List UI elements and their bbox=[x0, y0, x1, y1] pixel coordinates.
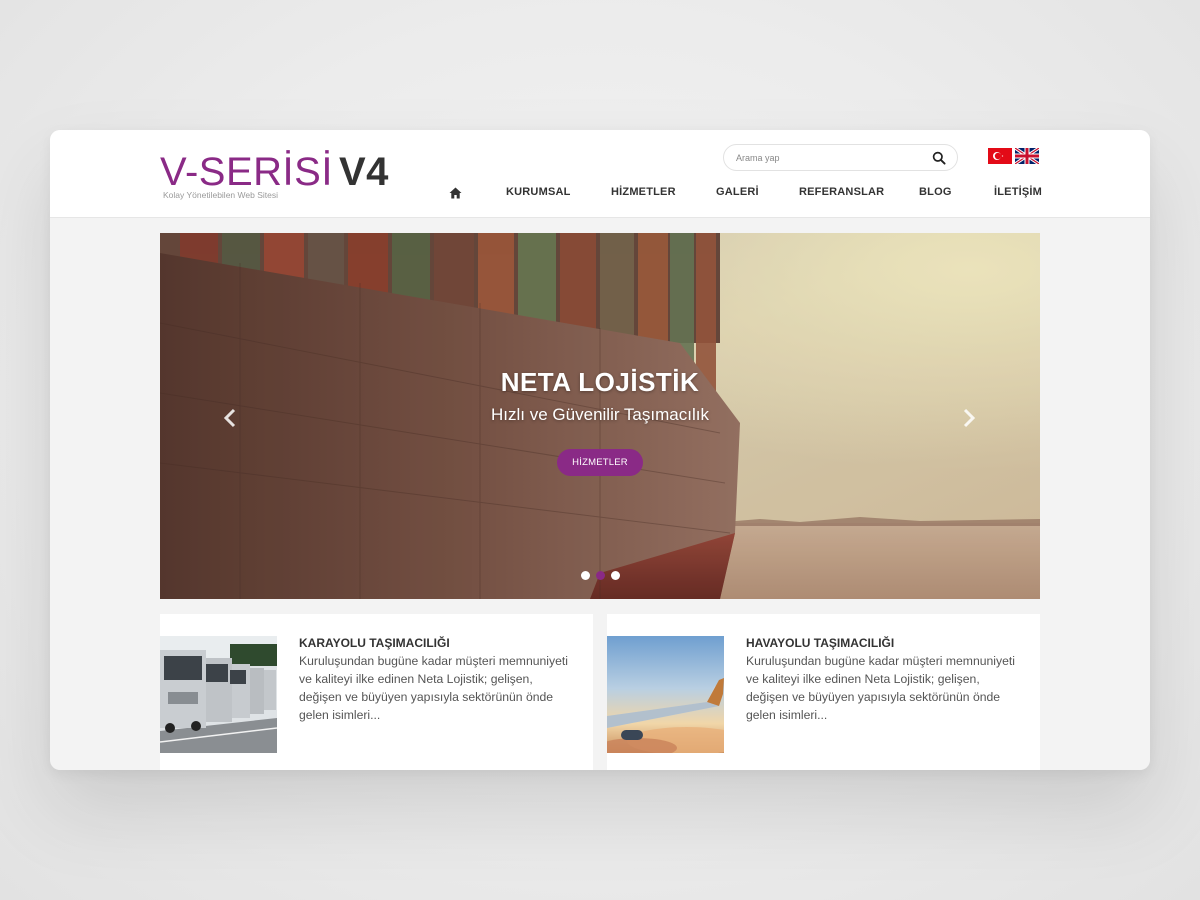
card-text: Kuruluşundan bugüne kadar müşteri memnun… bbox=[746, 654, 1015, 722]
nav-item-galeri[interactable]: GALERİ bbox=[716, 186, 759, 198]
slider-prev-arrow-icon[interactable] bbox=[223, 408, 237, 428]
language-switcher bbox=[988, 148, 1039, 166]
nav-item-hizmetler[interactable]: HİZMETLER bbox=[611, 186, 676, 198]
site-header: V-SERİSİ V4 Kolay Yönetilebilen Web Sites… bbox=[50, 130, 1150, 218]
nav-item-blog[interactable]: BLOG bbox=[919, 186, 952, 198]
slider-pagination bbox=[581, 571, 620, 580]
search-input[interactable] bbox=[736, 150, 926, 166]
trucks-photo[interactable] bbox=[160, 636, 277, 753]
turkey-flag-icon[interactable] bbox=[988, 148, 1012, 164]
browser-window: V-SERİSİ V4 Kolay Yönetilebilen Web Sites… bbox=[50, 130, 1150, 770]
slider-dot-2[interactable] bbox=[596, 571, 605, 580]
slider-next-arrow-icon[interactable] bbox=[962, 408, 976, 428]
nav-item-referanslar[interactable]: REFERANSLAR bbox=[799, 186, 884, 198]
hero-slider: NETA LOJİSTİK Hızlı ve Güvenilir Taşımac… bbox=[160, 233, 1040, 599]
main-nav: KURUMSAL HİZMETLER GALERİ REFERANSLAR BL… bbox=[50, 186, 1150, 202]
nav-item-kurumsal[interactable]: KURUMSAL bbox=[506, 186, 571, 198]
slider-dot-1[interactable] bbox=[581, 571, 590, 580]
slide-title: NETA LOJİSTİK bbox=[500, 367, 700, 397]
airplane-wing-photo[interactable] bbox=[607, 636, 724, 753]
service-card-havayolu[interactable]: HAVAYOLU TAŞIMACILIĞI Kuruluşundan bugün… bbox=[607, 614, 1040, 770]
uk-flag-icon[interactable] bbox=[1015, 148, 1039, 164]
slide-subtitle: Hızlı ve Güvenilir Taşımacılık bbox=[491, 405, 709, 424]
card-title[interactable]: HAVAYOLU TAŞIMACILIĞI bbox=[746, 636, 894, 650]
service-card-karayolu[interactable]: KARAYOLU TAŞIMACILIĞI Kuruluşundan bugün… bbox=[160, 614, 593, 770]
slider-dot-3[interactable] bbox=[611, 571, 620, 580]
search-box bbox=[723, 144, 958, 171]
card-title[interactable]: KARAYOLU TAŞIMACILIĞI bbox=[299, 636, 450, 650]
slide-cta-button[interactable]: HİZMETLER bbox=[557, 449, 643, 476]
nav-item-iletisim[interactable]: İLETİŞİM bbox=[994, 186, 1042, 198]
card-text: Kuruluşundan bugüne kadar müşteri memnun… bbox=[299, 654, 568, 722]
search-icon[interactable] bbox=[932, 151, 946, 165]
